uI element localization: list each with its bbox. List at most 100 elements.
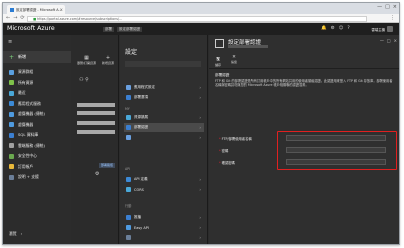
settings-item-easy-api[interactable]: Easy API › <box>124 223 204 232</box>
browser-window: 設定部署認證 - Microsoft A... × — □ × ← → ⟳ ■h… <box>2 2 400 245</box>
sidebar-item-label: 所有資源 <box>18 79 34 85</box>
topbar-icons: 🔔 ⚙ ☺ ? <box>321 26 350 31</box>
sidebar-item[interactable]: SQL 資料庫 <box>3 130 71 141</box>
nav-icon <box>9 153 14 159</box>
chevron-right-icon: › <box>199 125 201 130</box>
settings-item-app-settings[interactable]: 應用程式設定 › <box>124 83 204 92</box>
help-icon[interactable]: ? <box>347 26 349 31</box>
easy-api-icon <box>126 225 131 230</box>
discard-button[interactable]: ✕ 捨棄 <box>231 55 237 67</box>
deployment-blade: ▦ 瀏覽/打開資源 + 新增資源 ⚇ ⚲ 部署路徑 ⚙ <box>73 35 119 244</box>
chevron-right-icon: › <box>199 235 201 240</box>
maximize-icon[interactable]: □ <box>387 38 391 43</box>
add-resource-button[interactable]: + 新增資源 <box>102 55 114 65</box>
settings-item-cors[interactable]: CORS › <box>124 185 204 194</box>
breadcrumb: 部署 設定部署認證 <box>103 26 142 32</box>
nav-icon <box>9 164 14 170</box>
settings-item-deploy-credentials[interactable]: 部署認證 › <box>124 123 204 132</box>
browser-tab[interactable]: 設定部署認證 - Microsoft A... × <box>7 5 65 14</box>
nav-icon <box>9 101 14 107</box>
user-menu[interactable]: 雲端主機 <box>371 26 393 32</box>
list-icon <box>126 85 131 90</box>
settings-item-label: Easy API <box>134 225 149 230</box>
section-label: MY <box>125 107 130 111</box>
settings-item-label: 部署選項 <box>134 95 148 99</box>
settings-item-deploy-options[interactable]: 部署選項 › <box>124 93 204 102</box>
settings-item-api-definition[interactable]: API 定義 › <box>124 175 204 184</box>
browse-button[interactable]: 瀏覽 › <box>9 231 22 237</box>
sidebar-item-label: 安全性中心 <box>18 153 37 159</box>
url-input[interactable]: ■https://portal.azure.com/#resource/subs… <box>27 15 367 22</box>
nav-list: 資源群組 所有資源最近應用程式服務虛擬機器 (傳統) 虛擬機器 SQL 資料庫 雲端服務… <box>3 67 71 183</box>
portal-topbar: Microsoft Azure 部署 設定部署認證 🔔 ⚙ ☺ ? 雲端主機 <box>3 23 399 35</box>
sidebar-item[interactable]: 雲端服務 (傳統) <box>3 141 71 152</box>
tab-bar: 設定部署認證 - Microsoft A... × — □ × <box>3 3 399 14</box>
people-icon[interactable]: ⚇ ⚲ <box>79 77 89 83</box>
sidebar-item[interactable]: 虛擬機器 <box>3 120 71 131</box>
settings-item-label: 資源擴展 <box>134 115 148 119</box>
save-button[interactable]: 🖫 儲存 <box>215 55 221 67</box>
settings-title: 設定 <box>125 49 138 56</box>
sidebar-item-label: 虛擬機器 <box>18 121 34 127</box>
minimize-icon[interactable]: — <box>377 4 382 10</box>
settings-search-input[interactable] <box>125 61 201 67</box>
hamburger-icon[interactable]: ≡ <box>8 39 12 45</box>
sidebar-item-label: 說明 + 支援 <box>18 174 39 180</box>
settings-item-blank[interactable]: › <box>124 233 204 242</box>
nav-icon <box>9 122 14 128</box>
sidebar-item[interactable]: 應用程式服務 <box>3 99 71 110</box>
deploy-credentials-blade: 設定部署認證 — □ × 🖫 儲存 ✕ 捨棄 部署認證 FTP 和 Git 的部… <box>209 35 399 244</box>
maximize-icon[interactable]: □ <box>385 4 390 10</box>
breadcrumb-item-credentials[interactable]: 設定部署認證 <box>117 26 142 32</box>
sidebar-item[interactable]: 最近 <box>3 88 71 99</box>
gear-icon[interactable]: ⚙ <box>95 171 99 177</box>
chevron-right-icon: › <box>199 115 201 120</box>
settings-item-blank[interactable]: › <box>124 133 204 142</box>
back-icon[interactable]: ← <box>6 15 10 21</box>
ftp-username-label: *FTP/部署使用者名稱 <box>219 136 252 141</box>
notification-icon[interactable]: 🔔 <box>321 26 327 31</box>
blade-commands: ▦ 瀏覽/打開資源 + 新增資源 <box>77 55 114 65</box>
field-label-text: 密碼 <box>221 149 229 153</box>
sidebar-item[interactable]: 說明 + 支援 <box>3 172 71 183</box>
settings-item-scale[interactable]: 資源擴展 › <box>124 113 204 122</box>
sidebar-item[interactable]: 安全性中心 <box>3 151 71 162</box>
sidebar-item-label: 訂用帳戶 <box>18 163 34 169</box>
sidebar-item[interactable]: 資源群組 <box>3 67 71 78</box>
reload-icon[interactable]: ⟳ <box>20 15 24 21</box>
section-label: API <box>125 167 131 171</box>
browser-menu-icon[interactable]: ⋮ <box>390 15 395 21</box>
new-button[interactable]: + 新增 <box>3 51 71 63</box>
browse-resource-button[interactable]: ▦ 瀏覽/打開資源 <box>77 55 96 65</box>
nav-icon <box>9 69 14 75</box>
field-label-text: FTP/部署使用者名稱 <box>221 137 252 141</box>
left-nav: ≡ + 新增 資源群組 所有資源最近應用程式服務虛擬機器 (傳統) 虛擬機器 SQL … <box>3 35 71 244</box>
forward-icon[interactable]: → <box>13 15 17 21</box>
plus-icon: + <box>9 53 15 61</box>
sidebar-item[interactable]: 所有資源 <box>3 78 71 89</box>
chevron-right-icon: › <box>20 231 23 236</box>
sidebar-item[interactable]: 虛擬機器 (傳統) <box>3 109 71 120</box>
command-bar: 🖫 儲存 ✕ 捨棄 <box>215 55 237 67</box>
minimize-icon[interactable]: — <box>380 38 384 43</box>
key-icon <box>126 125 131 130</box>
section-heading: 部署認證 <box>215 73 230 77</box>
settings-icon[interactable]: ⚙ <box>331 26 335 31</box>
close-window-icon[interactable]: × <box>393 4 397 10</box>
breadcrumb-item-deploy[interactable]: 部署 <box>103 26 114 32</box>
settings-item-push[interactable]: 推播 › <box>124 213 204 222</box>
browser-nav: ← → ⟳ <box>6 15 25 21</box>
tab-close-icon[interactable]: × <box>60 7 63 12</box>
azure-brand[interactable]: Microsoft Azure <box>7 25 55 32</box>
chevron-right-icon: › <box>199 215 201 220</box>
deployment-path-badge[interactable]: 部署路徑 <box>99 163 116 168</box>
chevron-right-icon: › <box>199 85 201 90</box>
sidebar-item-label: 應用程式服務 <box>18 100 41 106</box>
smile-icon[interactable]: ☺ <box>339 26 344 31</box>
sidebar-item[interactable]: 訂用帳戶 <box>3 162 71 173</box>
required-mark: * <box>219 137 221 141</box>
close-icon[interactable]: × <box>394 38 397 43</box>
blade-icon <box>215 39 224 48</box>
settings-item-label: 推播 <box>134 215 141 219</box>
sidebar-item-label: 最近 <box>18 90 26 96</box>
